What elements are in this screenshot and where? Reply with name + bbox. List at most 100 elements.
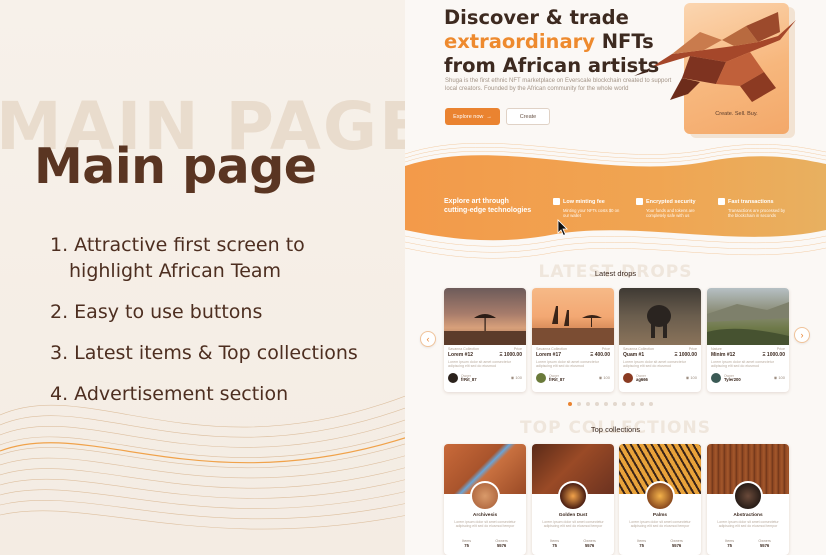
shield-icon <box>636 198 643 205</box>
carousel-prev-button[interactable]: ‹ <box>420 331 436 347</box>
nft-card[interactable]: Savanna Collection Price Lorem #12 Ξ 1000.… <box>444 288 526 392</box>
create-button-label: Create <box>519 113 537 120</box>
nft-image-giraffes <box>532 288 614 345</box>
carousel-next-button[interactable]: › <box>794 327 810 343</box>
card-price: Ξ 1000.00 <box>762 352 785 358</box>
nft-image-elephant <box>619 288 701 345</box>
card-price-label: Price <box>601 347 610 351</box>
owners-value: 5576 <box>496 543 507 548</box>
card-collection: Savanna Collection <box>623 347 654 351</box>
collection-avatar <box>558 481 588 511</box>
decorative-waves <box>0 394 408 530</box>
pagination-dot[interactable] <box>604 402 608 406</box>
card-name: Minim #12 <box>711 352 736 358</box>
likes-value: 100 <box>778 375 785 381</box>
likes-count: ◉ 100 <box>599 375 610 380</box>
pagination-dot[interactable] <box>622 402 626 406</box>
collection-name: Abstractions <box>733 513 763 518</box>
collection-card[interactable]: Archivesis Lorem ipsum dolor sit amet co… <box>444 444 526 555</box>
owner-name: ag666 <box>636 376 648 382</box>
features-headline: Explore art through cutting-edge technol… <box>444 197 531 215</box>
hero-title-line2: extraordinary NFTs <box>444 30 659 54</box>
avatar <box>623 372 633 383</box>
card-description: Lorem ipsum dolor sit amet consectetur a… <box>448 360 511 369</box>
feature-fast-transactions: Fast transactions Transactions are proce… <box>718 198 790 218</box>
chevron-left-icon: ‹ <box>426 334 430 344</box>
latest-drops-cards: Savanna Collection Price Lorem #12 Ξ 1000.… <box>444 288 789 392</box>
latest-drops-title: Latest drops <box>594 269 637 278</box>
pagination-dot[interactable] <box>568 402 572 406</box>
pagination-dot[interactable] <box>586 402 590 406</box>
feature-desc: Your funds and tokens are completely saf… <box>646 208 695 218</box>
pagination-dot[interactable] <box>613 402 617 406</box>
point-1-line1: 1. Attractive first screen to <box>50 234 305 256</box>
pagination-dot[interactable] <box>649 402 653 406</box>
card-collection: Savanna Collection <box>536 347 567 351</box>
nft-card[interactable]: Savanna Collection Price Lorem #17 Ξ 400.0… <box>532 288 614 392</box>
point-1-line2: highlight African Team <box>69 260 282 282</box>
chevron-right-icon: › <box>800 330 804 340</box>
collection-description: Lorem ipsum dolor sit amet consectetur a… <box>629 520 691 529</box>
explore-now-button[interactable]: Explore now → <box>445 108 500 125</box>
hero-description: Shuga is the first ethnic NFT marketplac… <box>445 78 672 92</box>
card-price-label: Price <box>513 347 522 351</box>
hero-title-highlight: extraordinary <box>444 30 595 53</box>
pagination-dot[interactable] <box>595 402 599 406</box>
collection-card[interactable]: Golden Dust Lorem ipsum dolor sit amet c… <box>532 444 614 555</box>
nft-card[interactable]: Savanna Collection Price Quam #1 Ξ 1000.00… <box>619 288 701 392</box>
collection-description: Lorem ipsum dolor sit amet consectetur a… <box>542 520 604 529</box>
pagination-dot[interactable] <box>640 402 644 406</box>
feature-desc: Transactions are processed by the blockc… <box>728 208 786 218</box>
explore-now-label: Explore now <box>453 113 484 120</box>
likes-count: ◉ 100 <box>686 375 697 380</box>
point-2-text: 2. Easy to use buttons <box>50 301 263 323</box>
avatar <box>448 372 458 383</box>
owners-stat: Owners 5576 <box>670 539 682 548</box>
collection-name: Palms <box>652 513 668 518</box>
card-price: Ξ 1000.00 <box>499 352 522 358</box>
slide-title: Main page <box>34 138 317 195</box>
collection-avatar <box>645 481 675 511</box>
owner-name: frRit_87 <box>549 376 565 382</box>
avatar <box>711 372 721 383</box>
collection-avatar <box>470 481 500 511</box>
collection-card[interactable]: Abstractions Lorem ipsum dolor sit amet … <box>707 444 789 555</box>
owners-stat: Owners 5576 <box>758 539 770 548</box>
card-price-label: Price <box>688 347 697 351</box>
card-name: Quam #1 <box>623 352 645 358</box>
card-price: Ξ 1000.00 <box>674 352 697 358</box>
feature-desc: Minting your NFTs costs $0 on our wallet <box>563 208 620 218</box>
collection-card[interactable]: Palms Lorem ipsum dolor sit amet consect… <box>619 444 701 555</box>
items-stat: Items 75 <box>462 539 471 548</box>
hero-title-line3: from African artists <box>444 54 660 77</box>
owners-stat: Owners 5576 <box>583 539 595 548</box>
features-headline-line1: Explore art through <box>444 198 509 205</box>
likes-count: ◉ 100 <box>511 375 522 380</box>
items-value: 75 <box>464 543 469 548</box>
hero-title: Discover & trade extraordinary NFTs from… <box>444 6 659 78</box>
mouse-cursor-icon <box>557 219 568 237</box>
collection-description: Lorem ipsum dolor sit amet consectetur a… <box>454 520 516 529</box>
card-description: Lorem ipsum dolor sit amet consectetur a… <box>536 360 599 369</box>
items-value: 75 <box>727 543 732 548</box>
collection-name: Archivesis <box>472 513 498 518</box>
card-description: Lorem ipsum dolor sit amet consectetur a… <box>711 360 774 369</box>
carousel-pagination <box>568 402 653 406</box>
owners-stat: Owners 5576 <box>495 539 507 548</box>
avatar <box>536 372 546 383</box>
items-stat: Items 75 <box>637 539 646 548</box>
feature-title: Low minting fee <box>563 198 605 205</box>
owner-name: frRit_87 <box>461 376 477 382</box>
point-2: 2. Easy to use buttons <box>50 299 405 325</box>
collection-description: Lorem ipsum dolor sit amet consectetur a… <box>717 520 779 529</box>
home-icon <box>553 198 560 205</box>
point-1: 1. Attractive first screen to highlight A… <box>50 232 405 284</box>
create-button[interactable]: Create <box>506 108 550 125</box>
nft-image-acacia-sunset <box>444 288 526 345</box>
pagination-dot[interactable] <box>631 402 635 406</box>
pagination-dot[interactable] <box>577 402 581 406</box>
owners-value: 5576 <box>671 543 682 548</box>
features-headline-line2: cutting-edge technologies <box>444 207 532 214</box>
card-name: Lorem #12 <box>448 352 474 358</box>
nft-card[interactable]: Nature Price Minim #12 Ξ 1000.00 Lorem ips… <box>707 288 789 392</box>
